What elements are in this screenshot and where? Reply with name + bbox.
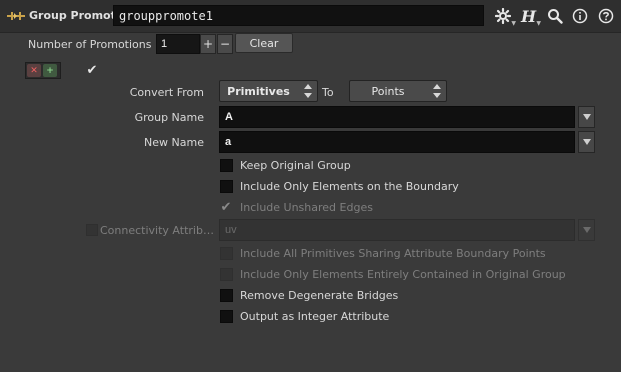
new-name-label: New Name (144, 136, 204, 149)
enable-promotion-checkmark-icon[interactable]: ✔ (85, 63, 99, 78)
houdini-h-icon[interactable]: H ▼ (518, 6, 541, 27)
keep-original-group-checkbox[interactable] (220, 159, 233, 172)
all-prims-sharing-label: Include All Primitives Sharing Attribute… (240, 247, 546, 260)
num-promotions-input[interactable] (156, 34, 200, 54)
keep-original-group-label: Keep Original Group (240, 159, 351, 172)
connectivity-attribute-input (219, 219, 575, 241)
insert-instance-icon[interactable]: + (43, 64, 57, 77)
convert-from-label: Convert From (129, 86, 204, 99)
convert-to-menu[interactable]: Points (349, 80, 447, 102)
convert-to-value: Points (371, 85, 405, 98)
remove-instance-icon[interactable]: ✕ (27, 64, 41, 77)
num-promotions-label: Number of Promotions (28, 38, 152, 51)
remove-promotion-button[interactable]: − (217, 34, 233, 54)
all-prims-sharing-checkbox (220, 247, 233, 260)
up-down-arrows-icon (304, 84, 312, 98)
chevron-down-icon (582, 114, 591, 120)
new-name-dropdown[interactable] (578, 131, 595, 153)
boundary-only-checkbox[interactable] (220, 180, 233, 193)
entirely-contained-checkbox (220, 268, 233, 281)
remove-degenerate-bridges-label: Remove Degenerate Bridges (240, 289, 399, 302)
output-integer-attribute-checkbox[interactable] (220, 310, 233, 323)
search-icon[interactable] (545, 6, 565, 26)
new-name-input[interactable] (219, 131, 575, 153)
add-promotion-button[interactable]: + (200, 34, 216, 54)
convert-from-menu[interactable]: Primitives (219, 80, 318, 102)
group-name-label: Group Name (134, 111, 204, 124)
connectivity-enable-toggle (86, 224, 98, 236)
chevron-down-icon (582, 227, 591, 233)
entirely-contained-label: Include Only Elements Entirely Contained… (240, 268, 566, 281)
group-promote-node-icon (6, 8, 26, 24)
to-label: To (322, 86, 334, 99)
unshared-edges-checkmark-icon: ✔ (220, 199, 232, 215)
remove-degenerate-bridges-checkbox[interactable] (220, 289, 233, 302)
help-icon[interactable] (596, 6, 616, 26)
up-down-arrows-icon (433, 84, 441, 98)
connectivity-attribute-dropdown (578, 219, 595, 241)
convert-from-value: Primitives (227, 85, 290, 98)
group-name-input[interactable] (219, 106, 575, 128)
group-name-dropdown[interactable] (578, 106, 595, 128)
gear-menu-arrow-icon: ▼ (511, 20, 516, 27)
clear-button[interactable]: Clear (235, 33, 293, 53)
svg-text:H: H (520, 8, 537, 24)
connectivity-attribute-label: Connectivity Attrib… (100, 224, 214, 237)
output-integer-attribute-label: Output as Integer Attribute (240, 310, 390, 323)
gear-icon[interactable]: ▼ (493, 6, 516, 27)
h-menu-arrow-icon: ▼ (536, 20, 541, 27)
boundary-only-label: Include Only Elements on the Boundary (240, 180, 459, 193)
node-name-input[interactable] (113, 5, 484, 26)
chevron-down-icon (582, 139, 591, 145)
info-icon[interactable] (570, 6, 590, 26)
unshared-edges-label: Include Unshared Edges (240, 201, 373, 214)
node-type-label: Group Promote (29, 9, 124, 22)
